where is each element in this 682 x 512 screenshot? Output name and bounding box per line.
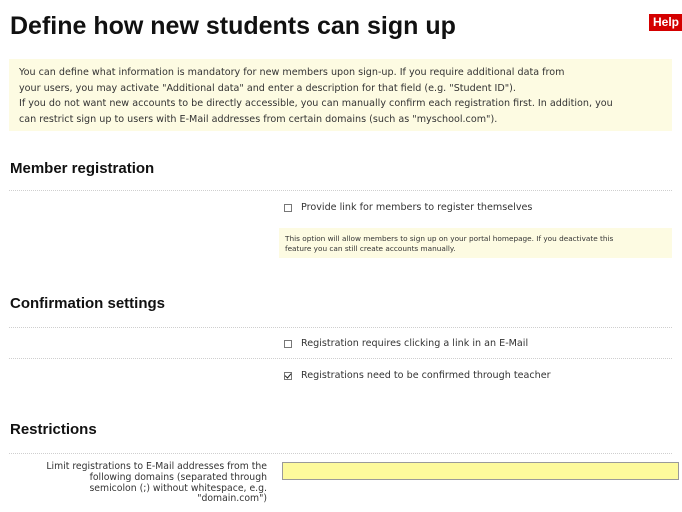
- intro-text-line: You can define what information is manda…: [19, 67, 565, 78]
- self-register-note: This option will allow members to sign u…: [279, 228, 672, 258]
- intro-text-line: your users, you may activate "Additional…: [19, 82, 516, 94]
- email-link-label[interactable]: Registration requires clicking a link in…: [301, 338, 528, 349]
- teacher-confirm-option[interactable]: Registrations need to be confirmed throu…: [284, 370, 551, 381]
- member-registration-heading: Member registration: [10, 160, 155, 177]
- self-register-checkbox[interactable]: [284, 203, 292, 212]
- self-register-option[interactable]: Provide link for members to register the…: [284, 202, 532, 213]
- help-button[interactable]: Help: [649, 14, 682, 31]
- teacher-confirm-checkbox[interactable]: [284, 371, 292, 380]
- teacher-confirm-label[interactable]: Registrations need to be confirmed throu…: [301, 370, 551, 381]
- section-divider: [9, 190, 672, 191]
- domains-field-label: Limit registrations to E-Mail addresses …: [10, 461, 267, 505]
- section-divider: [9, 453, 672, 454]
- allowed-domains-input[interactable]: [282, 462, 679, 480]
- domains-label-line: "domain.com"): [197, 493, 267, 505]
- note-text-line: feature you can still create accounts ma…: [285, 244, 456, 253]
- intro-info-box: You can define what information is manda…: [9, 59, 672, 131]
- email-link-checkbox[interactable]: [284, 339, 292, 348]
- email-link-option[interactable]: Registration requires clicking a link in…: [284, 338, 528, 349]
- restrictions-heading: Restrictions: [10, 421, 97, 438]
- self-register-label[interactable]: Provide link for members to register the…: [301, 202, 532, 213]
- intro-text-line: can restrict sign up to users with E-Mai…: [19, 113, 498, 125]
- section-divider: [9, 327, 672, 328]
- confirmation-settings-heading: Confirmation settings: [10, 295, 166, 312]
- page-title: Define how new students can sign up: [10, 12, 456, 40]
- domains-label-line: following domains (separated through: [89, 471, 267, 483]
- row-divider: [9, 358, 672, 359]
- intro-text-line: If you do not want new accounts to be di…: [19, 98, 613, 109]
- note-text-line: This option will allow members to sign u…: [285, 234, 614, 243]
